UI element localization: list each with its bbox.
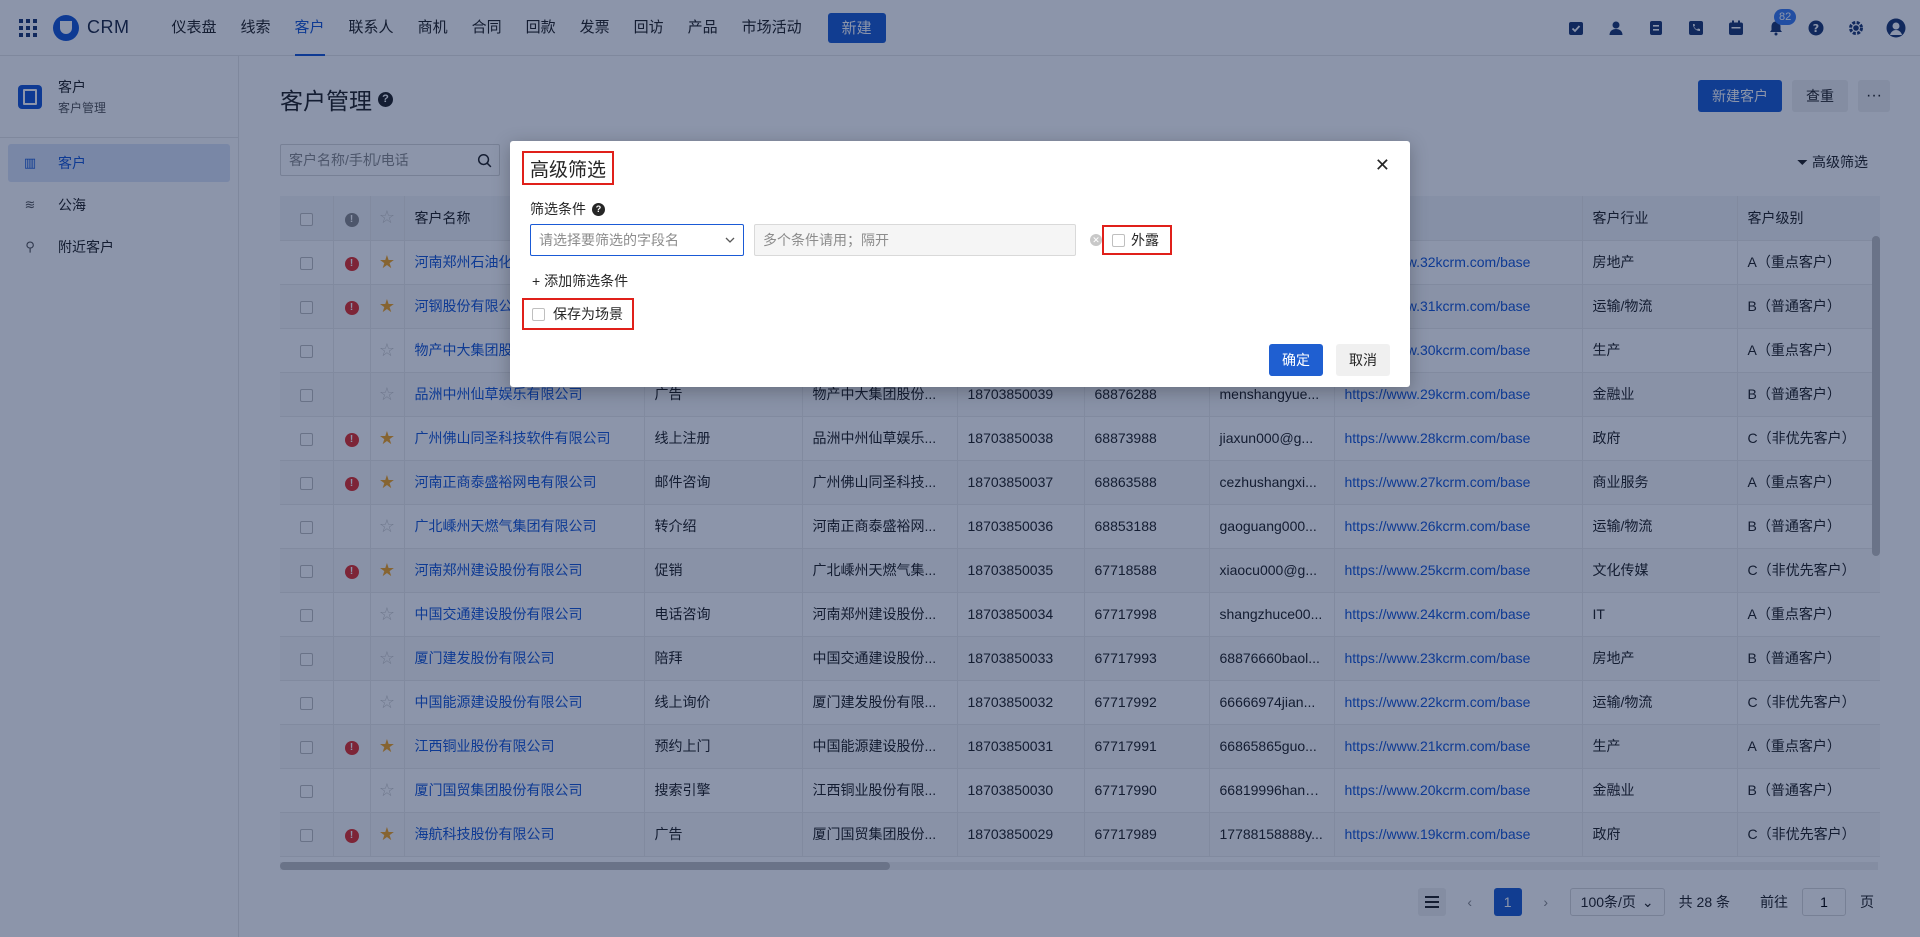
condition-help-icon[interactable]: ? [592, 202, 605, 216]
condition-value-box [754, 224, 1076, 256]
field-select[interactable]: 请选择要筛选的字段名 [530, 224, 744, 256]
condition-label: 筛选条件 ? [530, 199, 605, 219]
crm-app: CRM 仪表盘 线索 客户 联系人 商机 合同 回款 发票 回访 产品 市场活动 新建 82 ? 客… [0, 0, 1920, 937]
condition-value-input[interactable] [763, 232, 1075, 248]
dialog-title: 高级筛选 [522, 151, 615, 185]
confirm-button[interactable]: 确定 [1269, 344, 1323, 376]
expose-checkbox[interactable]: 外露 [1102, 225, 1172, 255]
add-condition-link[interactable]: + 添加筛选条件 [532, 271, 628, 291]
save-scene-checkbox[interactable]: 保存为场景 [522, 298, 634, 330]
close-icon[interactable]: ✕ [1375, 155, 1390, 176]
clear-condition-icon[interactable]: ✕ [1090, 234, 1102, 246]
expose-checkbox-box[interactable] [1112, 233, 1125, 247]
save-scene-checkbox-box[interactable] [532, 307, 545, 321]
advanced-filter-dialog: 高级筛选 ✕ 筛选条件 ? 请选择要筛选的字段名 ✕ 外露 + 添加筛选条件 保… [510, 141, 1410, 387]
chevron-down-icon [725, 237, 735, 243]
cancel-button[interactable]: 取消 [1336, 344, 1390, 376]
